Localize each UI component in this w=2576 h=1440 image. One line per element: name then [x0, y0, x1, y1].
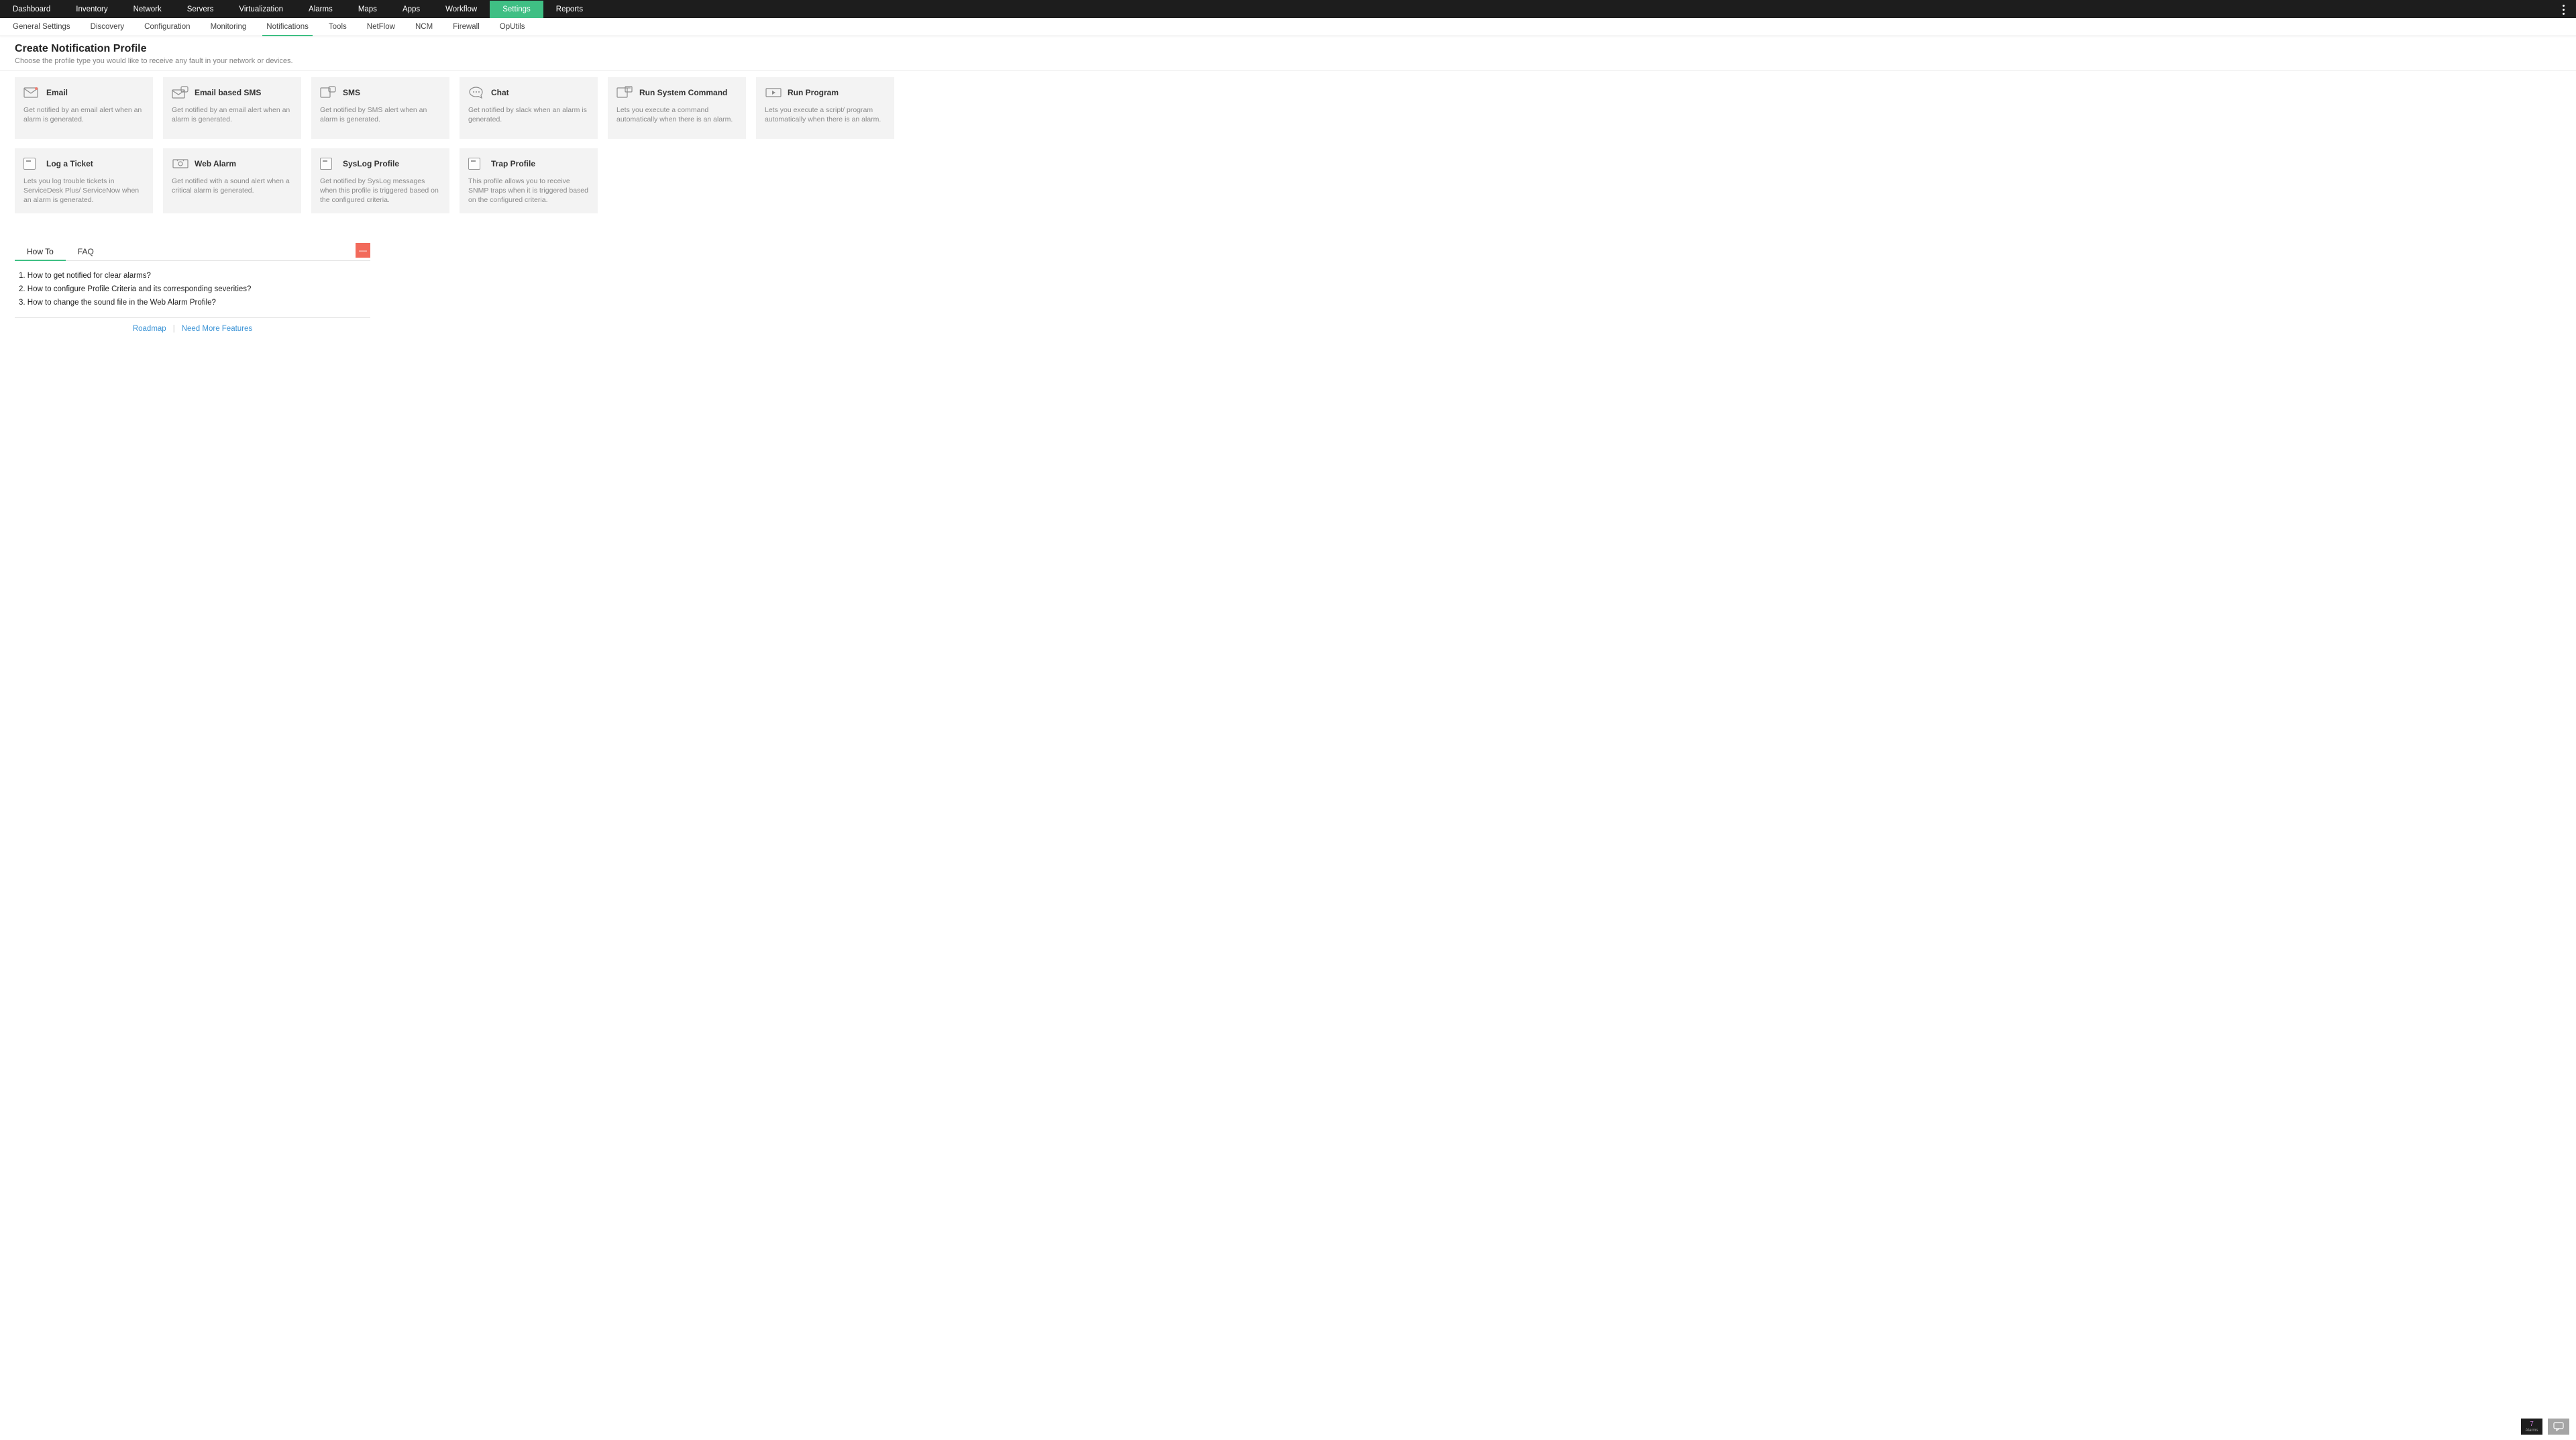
card-row-1: Email Get notified by an email alert whe… — [15, 77, 2561, 139]
footer-widgets: 7 Alarms — [2521, 1419, 2569, 1435]
nav-settings[interactable]: Settings — [490, 1, 543, 18]
help-item[interactable]: How to change the sound file in the Web … — [19, 296, 366, 309]
nav-inventory[interactable]: Inventory — [63, 1, 120, 18]
sub-discovery[interactable]: Discovery — [80, 18, 134, 36]
email-icon — [23, 85, 41, 100]
card-title: Web Alarm — [195, 159, 236, 168]
command-icon — [616, 85, 634, 100]
card-title: Run Program — [788, 88, 839, 97]
card-area: Email Get notified by an email alert whe… — [0, 71, 2576, 227]
email-sms-icon — [172, 85, 189, 100]
card-log-ticket[interactable]: Log a Ticket Lets you log trouble ticket… — [15, 148, 153, 213]
card-sms[interactable]: SMS Get notified by SMS alert when an al… — [311, 77, 449, 139]
syslog-icon — [320, 156, 337, 171]
nav-virtualization[interactable]: Virtualization — [226, 1, 296, 18]
tab-faq[interactable]: FAQ — [66, 243, 106, 260]
sub-oputils[interactable]: OpUtils — [490, 18, 535, 36]
page-subtitle: Choose the profile type you would like t… — [15, 57, 2561, 65]
link-need-more-features[interactable]: Need More Features — [182, 325, 252, 333]
card-title: Email based SMS — [195, 88, 261, 97]
card-title: SysLog Profile — [343, 159, 399, 168]
help-item[interactable]: How to configure Profile Criteria and it… — [19, 282, 366, 296]
sub-tools[interactable]: Tools — [319, 18, 357, 36]
card-chat[interactable]: Chat Get notified by slack when an alarm… — [460, 77, 598, 139]
card-title: Email — [46, 88, 68, 97]
card-desc: Lets you execute a command automatically… — [616, 105, 737, 124]
card-desc: This profile allows you to receive SNMP … — [468, 176, 589, 205]
divider: | — [173, 325, 175, 333]
link-roadmap[interactable]: Roadmap — [133, 325, 166, 333]
trap-icon — [468, 156, 486, 171]
sub-monitoring[interactable]: Monitoring — [201, 18, 257, 36]
help-tabs: How To FAQ — [15, 243, 370, 261]
sub-notifications[interactable]: Notifications — [256, 18, 319, 36]
chat-bubble-icon — [2553, 1422, 2564, 1431]
nav-servers[interactable]: Servers — [174, 1, 227, 18]
nav-reports[interactable]: Reports — [543, 1, 596, 18]
sub-ncm[interactable]: NCM — [405, 18, 443, 36]
sub-netflow[interactable]: NetFlow — [357, 18, 405, 36]
chat-button[interactable] — [2548, 1419, 2569, 1435]
chat-icon — [468, 85, 486, 100]
sub-configuration[interactable]: Configuration — [134, 18, 200, 36]
nav-dashboard[interactable]: Dashboard — [0, 1, 63, 18]
card-desc: Lets you execute a script/ program autom… — [765, 105, 885, 124]
card-row-2: Log a Ticket Lets you log trouble ticket… — [15, 148, 2561, 213]
help-item[interactable]: How to get notified for clear alarms? — [19, 269, 366, 282]
ticket-icon — [23, 156, 41, 171]
nav-maps[interactable]: Maps — [345, 1, 390, 18]
card-desc: Get notified by slack when an alarm is g… — [468, 105, 589, 124]
card-desc: Get notified by SMS alert when an alarm … — [320, 105, 441, 124]
more-menu-icon[interactable] — [2555, 1, 2572, 18]
web-alarm-icon — [172, 156, 189, 171]
card-email[interactable]: Email Get notified by an email alert whe… — [15, 77, 153, 139]
nav-alarms[interactable]: Alarms — [296, 1, 345, 18]
page-header: Create Notification Profile Choose the p… — [0, 36, 2576, 71]
alarm-count: 7 — [2530, 1421, 2534, 1428]
sub-firewall[interactable]: Firewall — [443, 18, 490, 36]
sub-general-settings[interactable]: General Settings — [3, 18, 80, 36]
sms-icon — [320, 85, 337, 100]
tab-how-to[interactable]: How To — [15, 243, 66, 260]
help-collapse-button[interactable]: — — [356, 243, 370, 258]
card-title: SMS — [343, 88, 360, 97]
top-nav: Dashboard Inventory Network Servers Virt… — [0, 0, 2576, 18]
program-icon — [765, 85, 782, 100]
card-web-alarm[interactable]: Web Alarm Get notified with a sound aler… — [163, 148, 301, 213]
nav-apps[interactable]: Apps — [390, 1, 433, 18]
card-syslog[interactable]: SysLog Profile Get notified by SysLog me… — [311, 148, 449, 213]
card-desc: Get notified by SysLog messages when thi… — [320, 176, 441, 205]
card-run-command[interactable]: Run System Command Lets you execute a co… — [608, 77, 746, 139]
card-desc: Get notified by an email alert when an a… — [172, 105, 292, 124]
help-block: — How To FAQ How to get notified for cle… — [15, 243, 370, 340]
card-trap[interactable]: Trap Profile This profile allows you to … — [460, 148, 598, 213]
nav-workflow[interactable]: Workflow — [433, 1, 490, 18]
card-title: Log a Ticket — [46, 159, 93, 168]
help-list: How to get notified for clear alarms? Ho… — [15, 261, 370, 318]
alarm-label: Alarms — [2526, 1429, 2538, 1433]
card-desc: Get notified with a sound alert when a c… — [172, 176, 292, 195]
card-email-sms[interactable]: Email based SMS Get notified by an email… — [163, 77, 301, 139]
card-run-program[interactable]: Run Program Lets you execute a script/ p… — [756, 77, 894, 139]
card-title: Chat — [491, 88, 509, 97]
help-links: Roadmap | Need More Features — [15, 318, 370, 340]
page-title: Create Notification Profile — [15, 43, 2561, 55]
sub-nav: General Settings Discovery Configuration… — [0, 18, 2576, 36]
nav-network[interactable]: Network — [121, 1, 174, 18]
card-title: Run System Command — [639, 88, 727, 97]
alarm-count-badge[interactable]: 7 Alarms — [2521, 1419, 2542, 1435]
card-desc: Get notified by an email alert when an a… — [23, 105, 144, 124]
card-desc: Lets you log trouble tickets in ServiceD… — [23, 176, 144, 205]
card-title: Trap Profile — [491, 159, 535, 168]
